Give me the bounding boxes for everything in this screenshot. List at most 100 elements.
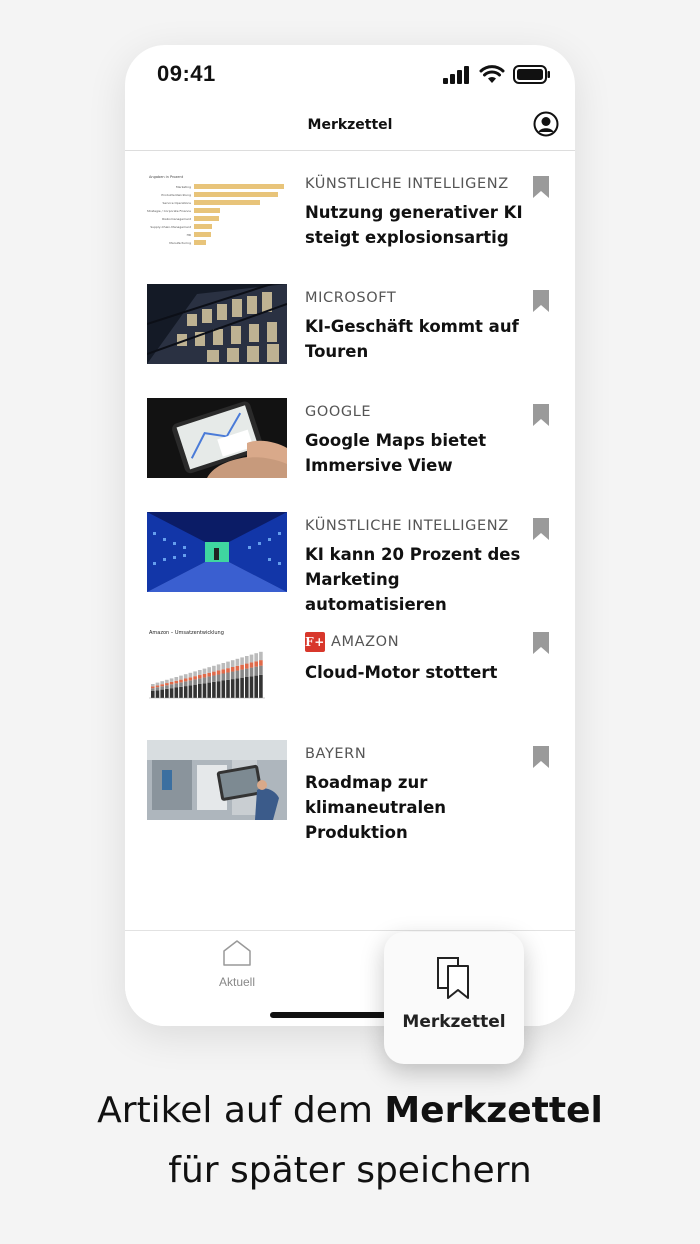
svg-text:Marketing: Marketing — [176, 185, 191, 189]
stack-segment — [212, 681, 216, 698]
article-item[interactable]: KÜNSTLICHE INTELLIGENZ KI kann 20 Prozen… — [125, 512, 575, 614]
stack-segment — [249, 667, 254, 677]
article-meta: F+ AMAZON Cloud-Motor stottert — [305, 632, 535, 685]
stack-segment — [169, 684, 174, 689]
article-thumbnail — [147, 740, 287, 820]
stack-segment — [179, 686, 183, 698]
svg-text:Strategie / Corporate Finance: Strategie / Corporate Finance — [147, 209, 191, 213]
svg-text:Manufacturing: Manufacturing — [169, 241, 191, 245]
stack-segment — [174, 680, 179, 684]
article-item[interactable]: Angaben in Prozent Marketing Produktentw… — [125, 170, 575, 270]
article-item[interactable]: BAYERN Roadmap zur klimaneutralen Produk… — [125, 740, 575, 842]
page-title: Merkzettel — [307, 117, 393, 133]
stack-segment — [221, 673, 226, 681]
stack-segment — [207, 672, 211, 677]
tab-merkzettel[interactable]: Merkzettel — [384, 932, 524, 1064]
article-category: KÜNSTLICHE INTELLIGENZ — [305, 176, 535, 192]
status-bar: 09:41 — [125, 45, 575, 105]
office-building-thumbnail — [147, 284, 287, 364]
stack-segment — [165, 685, 169, 689]
amazon-chart-title: Amazon – Umsatzentwicklung — [149, 630, 224, 636]
article-meta: MICROSOFT KI-Geschäft kommt auf Touren — [305, 290, 535, 364]
stack-segment — [212, 675, 216, 682]
profile-icon[interactable] — [533, 111, 559, 137]
stack-segment — [193, 684, 197, 698]
article-headline: Roadmap zur klimaneutralen Produktion — [305, 773, 447, 842]
stack-segment — [174, 683, 179, 688]
stack-segment — [249, 654, 254, 663]
status-time: 09:41 — [157, 61, 216, 86]
stack-segment — [155, 687, 160, 691]
caption-line-1: Artikel auf dem Merkzettel — [0, 1090, 700, 1131]
article-thumbnail — [147, 512, 287, 592]
merkzettel-icon — [437, 957, 469, 999]
article-item[interactable]: Amazon – Umsatzentwicklung F+ AMAZON Clo… — [125, 626, 575, 726]
stack-segment — [188, 672, 193, 678]
stack-segment — [207, 682, 211, 698]
stack-segment — [226, 672, 230, 680]
bookmark-icon[interactable] — [533, 632, 549, 654]
svg-text:Angaben in Prozent: Angaben in Prozent — [149, 175, 184, 179]
stack-segment — [245, 656, 249, 664]
stack-segment — [254, 661, 258, 667]
caption-line-1-bold: Merkzettel — [384, 1090, 603, 1131]
article-meta: BAYERN Roadmap zur klimaneutralen Produk… — [305, 746, 535, 845]
article-thumbnail: Amazon – Umsatzentwicklung — [147, 626, 287, 706]
article-thumbnail — [147, 284, 287, 364]
stack-segment — [165, 688, 169, 698]
svg-text:Supply-Chain-Management: Supply-Chain-Management — [150, 225, 191, 229]
stack-segment — [188, 677, 193, 681]
stack-segment — [216, 670, 221, 675]
stack-segment — [221, 663, 226, 670]
stack-segment — [207, 667, 211, 673]
stack-segment — [226, 661, 230, 669]
category-label: GOOGLE — [305, 404, 372, 420]
bookmark-icon[interactable] — [533, 518, 549, 540]
category-label: AMAZON — [331, 634, 400, 650]
caption-line-1-normal: Artikel auf dem — [97, 1090, 385, 1131]
stack-segment — [230, 671, 235, 680]
bookmark-icon[interactable] — [533, 176, 549, 198]
stack-segment — [240, 664, 244, 670]
stack-segment — [160, 684, 164, 687]
bookmark-icon[interactable] — [533, 290, 549, 312]
stack-segment — [179, 679, 183, 683]
stack-segment — [193, 679, 197, 685]
stack-segment — [230, 667, 235, 672]
stack-segment — [193, 671, 197, 677]
stack-segment — [259, 651, 263, 661]
stack-segment — [151, 691, 155, 698]
stack-segment — [249, 676, 254, 698]
stack-segment — [226, 668, 230, 673]
stack-segment — [160, 686, 164, 690]
category-label: BAYERN — [305, 746, 367, 762]
svg-text:Produktentwicklung: Produktentwicklung — [161, 193, 191, 197]
stack-segment — [221, 680, 226, 698]
stack-segment — [230, 660, 235, 668]
stack-segment — [245, 668, 249, 677]
category-label: KÜNSTLICHE INTELLIGENZ — [305, 518, 509, 534]
stack-segment — [179, 682, 183, 687]
phone-frame: 09:41 Merkzettel Angaben in Prozent Mark… — [125, 45, 575, 1026]
article-headline: KI kann 20 Prozent des Marketing automat… — [305, 545, 521, 614]
tab-aktuell-label: Aktuell — [218, 975, 256, 989]
article-meta: KÜNSTLICHE INTELLIGENZ KI kann 20 Prozen… — [305, 518, 535, 617]
stack-segment — [240, 677, 244, 698]
article-category: MICROSOFT — [305, 290, 535, 306]
bookmark-icon[interactable] — [533, 404, 549, 426]
stack-segment — [216, 674, 221, 682]
bookmark-icon[interactable] — [533, 746, 549, 768]
article-item[interactable]: MICROSOFT KI-Geschäft kommt auf Touren — [125, 284, 575, 384]
stack-segment — [202, 668, 207, 674]
caption-line-2: für später speichern — [168, 1150, 532, 1191]
stack-segment — [165, 679, 169, 684]
tab-aktuell[interactable]: Aktuell — [215, 939, 259, 989]
article-item[interactable]: GOOGLE Google Maps bietet Immersive View — [125, 398, 575, 498]
stack-segment — [259, 665, 263, 675]
svg-text:HR: HR — [187, 233, 191, 237]
stack-segment — [174, 687, 179, 698]
wifi-icon — [479, 65, 505, 83]
stacked-bar-chart-thumbnail: Amazon – Umsatzentwicklung — [149, 630, 265, 699]
stack-segment — [193, 676, 197, 680]
stack-segment — [230, 679, 235, 698]
